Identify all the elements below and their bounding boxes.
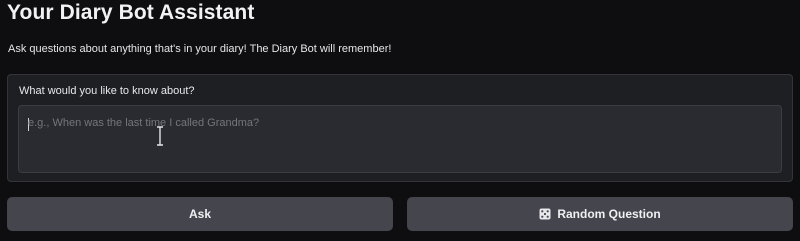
page-subtitle: Ask questions about anything that's in y…: [8, 43, 392, 55]
question-panel: What would you like to know about? e.g.,…: [7, 74, 793, 182]
ask-button[interactable]: Ask: [7, 197, 393, 231]
text-cursor-icon: [157, 126, 163, 146]
dice-icon: [539, 208, 551, 220]
question-input[interactable]: e.g., When was the last time I called Gr…: [18, 105, 782, 173]
question-placeholder: e.g., When was the last time I called Gr…: [28, 117, 260, 129]
random-question-button[interactable]: Random Question: [407, 197, 793, 231]
question-label: What would you like to know about?: [19, 85, 195, 97]
ask-button-label: Ask: [188, 207, 211, 221]
diary-bot-app: Your Diary Bot Assistant Ask questions a…: [0, 0, 800, 241]
page-title: Your Diary Bot Assistant: [7, 1, 255, 24]
random-question-label: Random Question: [557, 207, 661, 221]
